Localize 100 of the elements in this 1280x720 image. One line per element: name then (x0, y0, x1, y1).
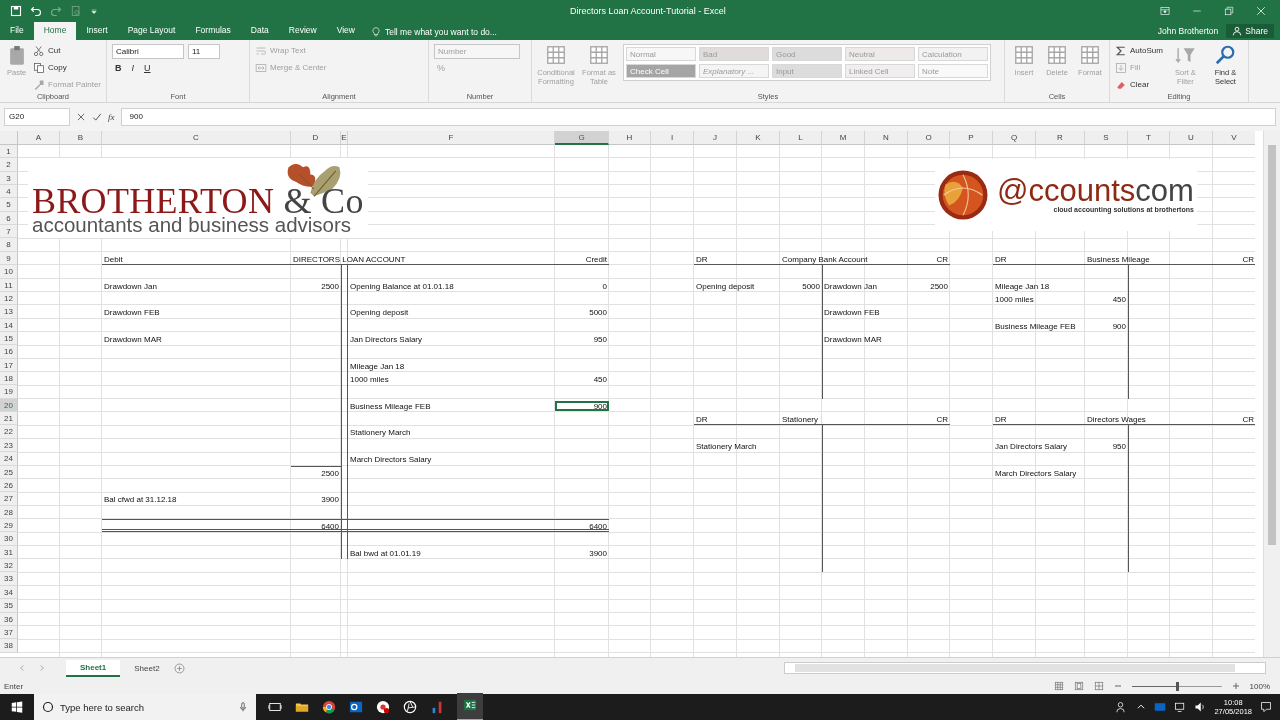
ribbon-tab[interactable]: Review (278, 21, 327, 40)
table-cell-text: Opening deposit (349, 307, 410, 318)
ribbon-tab[interactable]: Page Layout (117, 21, 186, 40)
horizontal-scrollbar[interactable] (784, 662, 1266, 675)
customize-caret-icon[interactable] (90, 7, 98, 15)
row-header[interactable]: 19 (0, 385, 18, 399)
sheet-tab[interactable]: Sheet1 (66, 659, 121, 677)
user-name[interactable]: John Brotherton (1157, 25, 1219, 36)
row-header[interactable]: 21 (0, 412, 18, 426)
row-header[interactable]: 2 (0, 158, 18, 172)
row-header[interactable]: 18 (0, 372, 18, 386)
row-header[interactable]: 16 (0, 345, 18, 359)
table-cell-text: 2500 (320, 467, 340, 478)
close-icon[interactable] (1256, 6, 1266, 16)
table-cell-text: Credit (584, 253, 608, 265)
table-cell-text: 3900 (588, 547, 608, 559)
save-icon[interactable] (10, 5, 22, 17)
ribbon-tab[interactable]: Insert (76, 21, 118, 40)
zoom-level[interactable]: 100% (1249, 681, 1270, 691)
bold-button[interactable]: B (112, 61, 125, 74)
notification-icon[interactable] (1260, 701, 1272, 713)
table-cell-text: 5000 (588, 307, 608, 318)
table-cell-text: Drawdown FEB (823, 307, 881, 318)
row-header[interactable]: 32 (0, 559, 18, 573)
row-header[interactable]: 22 (0, 425, 18, 439)
enter-check-icon[interactable] (92, 111, 102, 122)
table-cell-text: 950 (1111, 440, 1127, 452)
row-header[interactable]: 38 (0, 639, 18, 653)
table-cell-text: 1000 miles (994, 293, 1035, 305)
table-cell-text: DR (994, 253, 1008, 265)
ribbon-tab[interactable]: Data (240, 21, 279, 40)
search-icon (42, 701, 54, 713)
ribbon-tab[interactable]: Formulas (185, 21, 241, 40)
cancel-icon[interactable] (76, 111, 86, 122)
ribbon-display-icon[interactable] (1160, 6, 1170, 16)
italic-button[interactable]: I (128, 61, 137, 74)
zoom-in-icon[interactable] (1231, 682, 1240, 690)
grid-icon (545, 43, 567, 66)
zoom-slider[interactable] (1175, 681, 1179, 691)
microphone-icon[interactable] (238, 702, 248, 712)
tray-caret-icon[interactable] (1136, 702, 1147, 712)
row-header[interactable]: 24 (0, 452, 18, 466)
dropdown-field[interactable]: Calibri (112, 43, 184, 59)
mail-app-icon[interactable] (349, 700, 363, 714)
row-header[interactable]: 13 (0, 305, 18, 319)
table-cell-text: Stationery March (695, 440, 758, 452)
redo-icon[interactable] (50, 5, 62, 17)
taskbar-search-field[interactable]: Type here to search (34, 694, 256, 720)
page-layout-icon[interactable] (1073, 681, 1084, 691)
spreadsheet-app-icon[interactable] (463, 698, 477, 712)
table-cell-text: Mileage Jan 18 (994, 280, 1051, 291)
search-icon (1214, 43, 1237, 66)
ribbon-button[interactable]: Clear (1115, 77, 1150, 92)
ribbon-tab[interactable]: File (0, 21, 34, 40)
row-header[interactable]: 4 (0, 185, 18, 199)
row-header[interactable]: 5 (0, 198, 18, 212)
share-button[interactable]: Share (1226, 23, 1274, 38)
ribbon-button[interactable]: AutoSum (1115, 43, 1163, 58)
ribbon-tab[interactable]: View (326, 21, 365, 40)
tell-me-field[interactable]: Tell me what you want to do... (384, 27, 535, 38)
normal-view-icon[interactable] (1053, 681, 1064, 691)
delete-cells-icon (1046, 43, 1068, 66)
restore-icon[interactable] (1224, 6, 1234, 16)
table-cell-text: Drawdown Jan (823, 280, 878, 291)
insert-function-button[interactable]: fx (108, 111, 115, 122)
row-header[interactable]: 7 (0, 225, 18, 239)
row-header[interactable]: 35 (0, 599, 18, 613)
lightbulb-icon (370, 27, 381, 38)
table-cell-text: CR (935, 253, 949, 265)
name-box[interactable]: G20 (4, 107, 70, 126)
underline-button[interactable]: U (141, 61, 154, 74)
table-cell-text: 3900 (320, 494, 340, 505)
add-sheet-icon[interactable] (173, 662, 185, 674)
row-header[interactable]: 8 (0, 238, 18, 252)
aperture-icon[interactable] (403, 700, 417, 714)
row-header[interactable]: 27 (0, 492, 18, 506)
table-cell-text: Stationery (781, 414, 820, 425)
volume-icon[interactable] (1194, 701, 1207, 713)
task-view-icon[interactable] (268, 700, 282, 714)
dropdown-field[interactable]: 11 (188, 43, 220, 59)
app-icon[interactable] (376, 700, 390, 714)
table-cell-text: 6400 (320, 521, 340, 532)
row-header[interactable]: 10 (0, 265, 18, 279)
merge-cells-icon (255, 61, 267, 74)
sheet-tab[interactable]: Sheet2 (120, 660, 174, 676)
row-header[interactable]: 33 (0, 572, 18, 586)
table-cell-text: 450 (592, 374, 608, 385)
page-break-icon[interactable] (1093, 681, 1104, 691)
bar-chart-icon[interactable] (430, 700, 444, 714)
vertical-scrollbar[interactable] (1263, 130, 1280, 658)
status-text: Enter (4, 681, 24, 691)
formula-field[interactable]: 900 (120, 107, 1276, 126)
windows-start-icon[interactable] (11, 701, 23, 713)
browser-icon[interactable] (322, 700, 336, 714)
ribbon-button[interactable]: Copy (33, 60, 67, 75)
table-cell-text: 900 (1111, 320, 1127, 331)
undo-icon[interactable] (30, 5, 42, 17)
table-cell-text: Debit (103, 253, 124, 265)
ribbon-button[interactable]: Cut (33, 43, 61, 58)
row-header[interactable]: 30 (0, 532, 18, 546)
